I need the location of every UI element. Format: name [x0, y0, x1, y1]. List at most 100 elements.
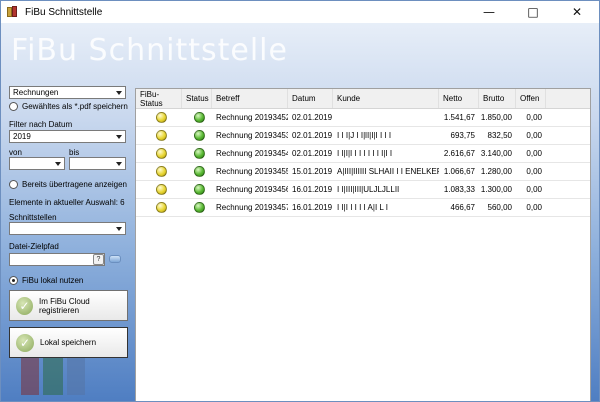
target-path-input[interactable] — [9, 253, 105, 266]
title-bar[interactable]: FiBu Schnittstelle — □ ✕ — [1, 1, 599, 23]
datum-cell: 16.01.2019 — [292, 185, 333, 194]
column-header-offen[interactable]: Offen — [516, 89, 546, 108]
help-glyph: ? — [96, 256, 101, 263]
save-pdf-label: Gewähltes als *.pdf speichern — [22, 102, 128, 111]
year-value: 2019 — [13, 132, 31, 141]
column-header-datum[interactable]: Datum — [288, 89, 333, 108]
maximize-button[interactable]: □ — [511, 1, 555, 23]
kunde-cell: A|III|IIIIII SLHAII I I ENELKER — [337, 167, 439, 176]
chevron-down-icon — [116, 162, 122, 166]
fibu-status-cell — [136, 184, 182, 195]
status-light-icon — [155, 112, 167, 123]
table-row[interactable]: Rechnung 20193455 15.01.2019 A|III|IIIIII … — [136, 163, 590, 181]
browse-path-button[interactable] — [109, 255, 121, 263]
document-type-dropdown[interactable]: Rechnungen — [9, 86, 126, 99]
betreff-cell: Rechnung 20193453 — [216, 131, 288, 140]
datum-cell: 02.01.2019 — [292, 113, 333, 122]
table-row[interactable]: Rechnung 20193453 02.01.2019 I I I|J I I|l… — [136, 127, 590, 145]
offen-cell: 0,00 — [526, 131, 542, 140]
close-button[interactable]: ✕ — [555, 1, 599, 23]
brutto-cell: 1.850,00 — [480, 113, 512, 122]
fibu-local-option[interactable]: FiBu lokal nutzen — [9, 276, 83, 285]
datum-cell: 02.01.2019 — [292, 149, 333, 158]
brutto-cell: 560,00 — [487, 203, 512, 212]
save-pdf-option[interactable]: Gewähltes als *.pdf speichern — [9, 102, 128, 111]
save-pdf-radio[interactable] — [9, 102, 18, 111]
from-date-dropdown[interactable] — [9, 157, 65, 170]
from-label: von — [9, 148, 22, 157]
status-light-icon — [155, 202, 167, 213]
kunde-cell: I I I|J I I|lI|I|I I I I — [337, 131, 392, 140]
table-row[interactable]: Rechnung 20193456 16.01.2019 I I|III|III|U… — [136, 181, 590, 199]
register-cloud-button[interactable]: ✓ Im FiBu Cloud registrieren — [9, 290, 128, 321]
show-transferred-radio[interactable] — [9, 180, 18, 189]
status-light-icon — [155, 130, 167, 141]
interfaces-dropdown[interactable] — [9, 222, 126, 235]
status-cell — [182, 112, 212, 123]
chevron-down-icon — [55, 162, 61, 166]
column-header-betreff[interactable]: Betreff — [212, 89, 288, 108]
show-transferred-label: Bereits übertragene anzeigen — [22, 180, 127, 189]
chevron-down-icon — [116, 227, 122, 231]
betreff-cell: Rechnung 20193457 — [216, 203, 288, 212]
status-light-icon — [155, 148, 167, 159]
fibu-status-cell — [136, 202, 182, 213]
netto-cell: 1.541,67 — [443, 113, 475, 122]
status-light-icon — [155, 184, 167, 195]
element-count-label: Elemente in aktueller Auswahl: 6 — [9, 198, 125, 207]
column-header-brutto[interactable]: Brutto — [479, 89, 516, 108]
table-row[interactable]: Rechnung 20193452 02.01.2019 1.541,67 1.850… — [136, 109, 590, 127]
app-window: FiBu Schnittstelle — □ ✕ FiBu Schnittste… — [0, 0, 600, 402]
save-local-button[interactable]: ✓ Lokal speichern — [9, 327, 128, 358]
window-title: FiBu Schnittstelle — [25, 6, 103, 18]
invoice-grid[interactable]: FiBu-Status Status Betreff Datum Kunde N… — [135, 88, 591, 401]
fibu-local-label: FiBu lokal nutzen — [22, 276, 84, 285]
offen-cell: 0,00 — [526, 185, 542, 194]
fibu-status-cell — [136, 166, 182, 177]
client-area: FiBu Schnittstelle Rechnungen Gewähltes … — [1, 23, 599, 401]
status-cell — [182, 202, 212, 213]
netto-cell: 1.083,33 — [443, 185, 475, 194]
table-row[interactable]: Rechnung 20193457 16.01.2019 I I|I I I I I… — [136, 199, 590, 217]
offen-cell: 0,00 — [526, 149, 542, 158]
target-path-label: Datei-Zielpfad — [9, 242, 59, 251]
brutto-cell: 3.140,00 — [480, 149, 512, 158]
show-transferred-option[interactable]: Bereits übertragene anzeigen — [9, 180, 127, 189]
register-cloud-label: Im FiBu Cloud registrieren — [39, 296, 90, 315]
fibu-status-cell — [136, 148, 182, 159]
betreff-cell: Rechnung 20193452 — [216, 113, 288, 122]
interfaces-label: Schnittstellen — [9, 213, 57, 222]
offen-cell: 0,00 — [526, 203, 542, 212]
status-cell — [182, 184, 212, 195]
datum-cell: 02.01.2019 — [292, 131, 333, 140]
column-header-netto[interactable]: Netto — [439, 89, 479, 108]
brutto-cell: 1.280,00 — [480, 167, 512, 176]
minimize-button[interactable]: — — [467, 1, 511, 23]
netto-cell: 693,75 — [450, 131, 475, 140]
status-cell — [182, 130, 212, 141]
chevron-down-icon — [116, 91, 122, 95]
status-light-icon — [193, 112, 205, 123]
column-header-kunde[interactable]: Kunde — [333, 89, 439, 108]
betreff-cell: Rechnung 20193456 — [216, 185, 288, 194]
status-light-icon — [193, 130, 205, 141]
grid-header: FiBu-Status Status Betreff Datum Kunde N… — [136, 89, 590, 109]
status-light-icon — [193, 202, 205, 213]
status-light-icon — [193, 166, 205, 177]
column-header-status[interactable]: Status — [182, 89, 212, 108]
betreff-cell: Rechnung 20193455 — [216, 167, 288, 176]
year-dropdown[interactable]: 2019 — [9, 130, 126, 143]
checkmark-icon: ✓ — [16, 333, 34, 352]
offen-cell: 0,00 — [526, 113, 542, 122]
status-cell — [182, 166, 212, 177]
help-icon[interactable]: ? — [93, 254, 104, 265]
to-date-dropdown[interactable] — [69, 157, 126, 170]
column-header-fibu-status[interactable]: FiBu-Status — [136, 89, 182, 108]
offen-cell: 0,00 — [526, 167, 542, 176]
netto-cell: 466,67 — [450, 203, 475, 212]
brutto-cell: 832,50 — [487, 131, 512, 140]
checkmark-icon: ✓ — [16, 296, 34, 315]
status-light-icon — [193, 184, 205, 195]
fibu-local-radio[interactable] — [9, 276, 18, 285]
table-row[interactable]: Rechnung 20193454 02.01.2019 I I|I|I I I I… — [136, 145, 590, 163]
